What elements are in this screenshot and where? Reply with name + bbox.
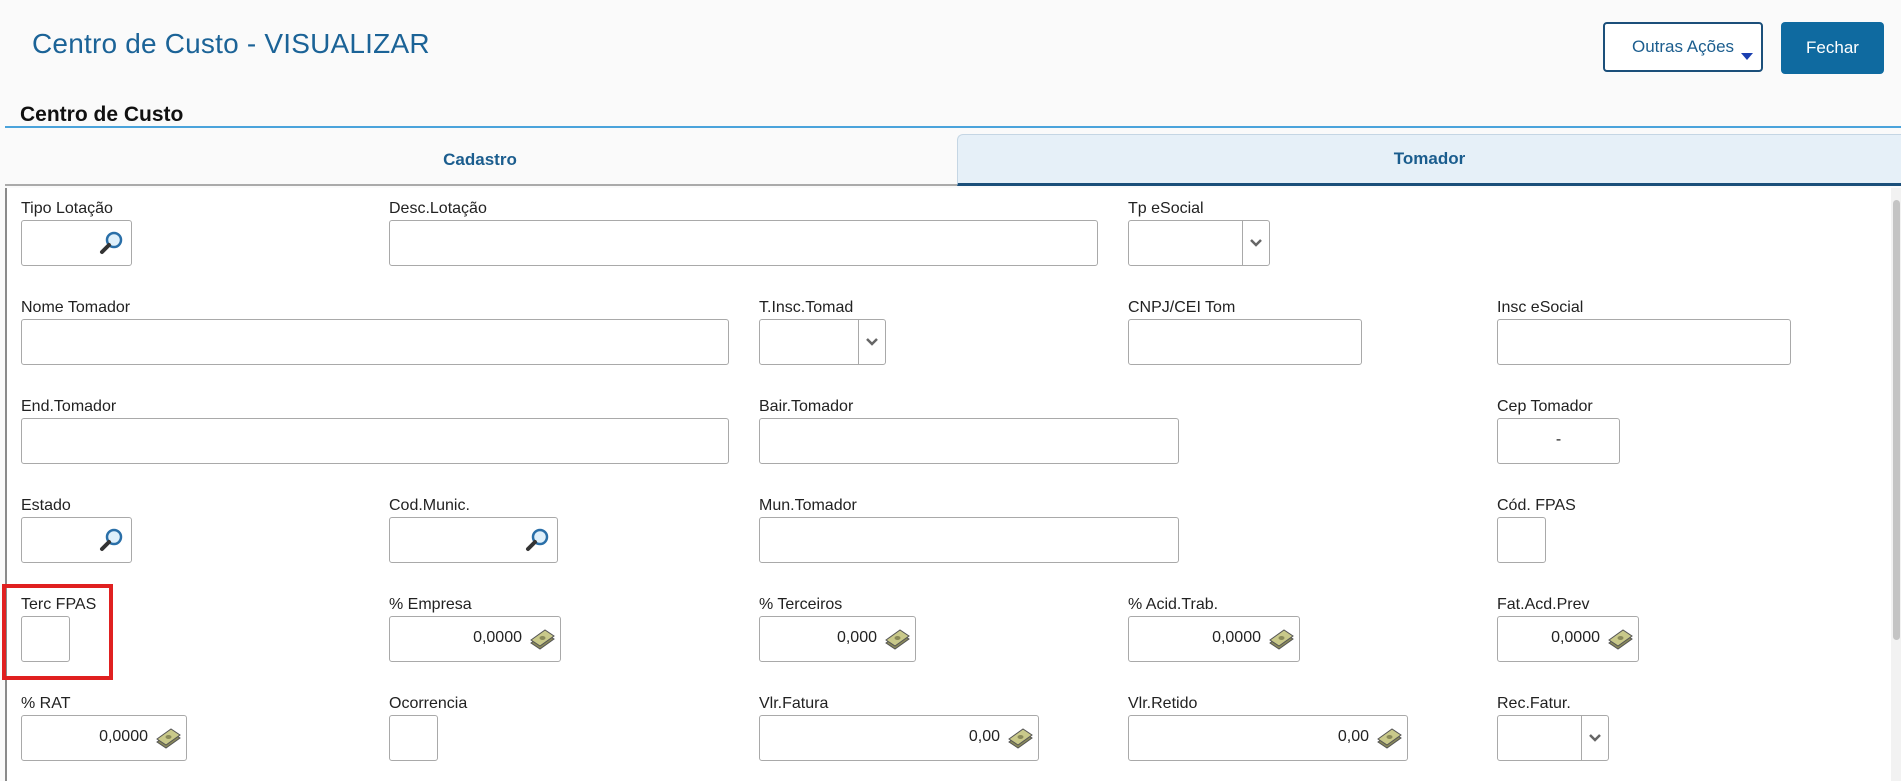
bair-tomador-input[interactable]	[759, 418, 1179, 464]
pct-terceiros-label: % Terceiros	[759, 596, 843, 613]
chevron-down-icon	[1249, 238, 1263, 248]
magnifier-icon[interactable]	[525, 527, 551, 553]
cnpj-cei-tom-input[interactable]	[1128, 319, 1362, 365]
pct-rat-input[interactable]: 0,0000	[21, 715, 187, 761]
money-icon[interactable]	[155, 728, 181, 750]
t-insc-tomad-select[interactable]	[759, 319, 886, 365]
chevron-down-icon	[1588, 733, 1602, 743]
vlr-retido-label: Vlr.Retido	[1128, 695, 1198, 712]
scrollbar-thumb[interactable]	[1893, 200, 1900, 640]
nome-tomador-label: Nome Tomador	[21, 299, 131, 316]
rec-fatur-select[interactable]	[1497, 715, 1609, 761]
tp-esocial-select[interactable]	[1128, 220, 1270, 266]
pct-empresa-label: % Empresa	[389, 596, 472, 613]
money-icon[interactable]	[1607, 629, 1633, 651]
cod-fpas-input[interactable]	[1497, 517, 1546, 563]
tp-esocial-label: Tp eSocial	[1128, 200, 1204, 217]
tipo-lotacao-label: Tipo Lotação	[21, 200, 113, 217]
cep-tomador-label: Cep Tomador	[1497, 398, 1593, 415]
pct-acid-trab-label: % Acid.Trab.	[1128, 596, 1219, 613]
tab-cadastro[interactable]: Cadastro	[5, 134, 955, 186]
section-title: Centro de Custo	[20, 103, 184, 126]
chevron-down-icon	[865, 337, 879, 347]
bair-tomador-label: Bair.Tomador	[759, 398, 854, 415]
other-actions-button[interactable]: Outras Ações	[1603, 22, 1763, 72]
money-icon[interactable]	[884, 629, 910, 651]
end-tomador-input[interactable]	[21, 418, 729, 464]
magnifier-icon[interactable]	[99, 527, 125, 553]
fat-acd-prev-label: Fat.Acd.Prev	[1497, 596, 1590, 613]
page-title: Centro de Custo - VISUALIZAR	[32, 28, 430, 59]
other-actions-label: Outras Ações	[1631, 37, 1735, 56]
estado-input[interactable]	[21, 517, 132, 563]
money-icon[interactable]	[1268, 629, 1294, 651]
tab-divider	[5, 184, 957, 186]
cod-fpas-label: Cód. FPAS	[1497, 497, 1576, 514]
desc-lotacao-input[interactable]	[389, 220, 1098, 266]
money-icon[interactable]	[1376, 728, 1402, 750]
ocorrencia-input[interactable]	[389, 715, 438, 761]
mun-tomador-label: Mun.Tomador	[759, 497, 857, 514]
fat-acd-prev-input[interactable]: 0,0000	[1497, 616, 1639, 662]
money-icon[interactable]	[529, 629, 555, 651]
magnifier-icon[interactable]	[99, 230, 125, 256]
tipo-lotacao-input[interactable]	[21, 220, 132, 266]
end-tomador-label: End.Tomador	[21, 398, 117, 415]
nome-tomador-input[interactable]	[21, 319, 729, 365]
t-insc-tomad-label: T.Insc.Tomad	[759, 299, 854, 316]
close-button[interactable]: Fechar	[1781, 22, 1884, 74]
tab-tomador[interactable]: Tomador	[957, 134, 1901, 186]
desc-lotacao-label: Desc.Lotação	[389, 200, 487, 217]
insc-esocial-input[interactable]	[1497, 319, 1791, 365]
pct-terceiros-input[interactable]: 0,000	[759, 616, 916, 662]
vlr-fatura-input[interactable]: 0,00	[759, 715, 1039, 761]
form-panel	[5, 188, 1901, 781]
mun-tomador-input[interactable]	[759, 517, 1179, 563]
pct-rat-label: % RAT	[21, 695, 71, 712]
rec-fatur-label: Rec.Fatur.	[1497, 695, 1571, 712]
insc-esocial-label: Insc eSocial	[1497, 299, 1584, 316]
cod-munic-label: Cod.Munic.	[389, 497, 470, 514]
money-icon[interactable]	[1007, 728, 1033, 750]
vlr-retido-input[interactable]: 0,00	[1128, 715, 1408, 761]
vlr-fatura-label: Vlr.Fatura	[759, 695, 829, 712]
cep-tomador-input[interactable]: -	[1497, 418, 1620, 464]
section-divider	[5, 126, 1901, 128]
ocorrencia-label: Ocorrencia	[389, 695, 468, 712]
highlight-box	[2, 584, 113, 680]
caret-down-icon	[1741, 53, 1753, 60]
estado-label: Estado	[21, 497, 71, 514]
cod-munic-input[interactable]	[389, 517, 558, 563]
cnpj-cei-tom-label: CNPJ/CEI Tom	[1128, 299, 1236, 316]
pct-empresa-input[interactable]: 0,0000	[389, 616, 561, 662]
pct-acid-trab-input[interactable]: 0,0000	[1128, 616, 1300, 662]
